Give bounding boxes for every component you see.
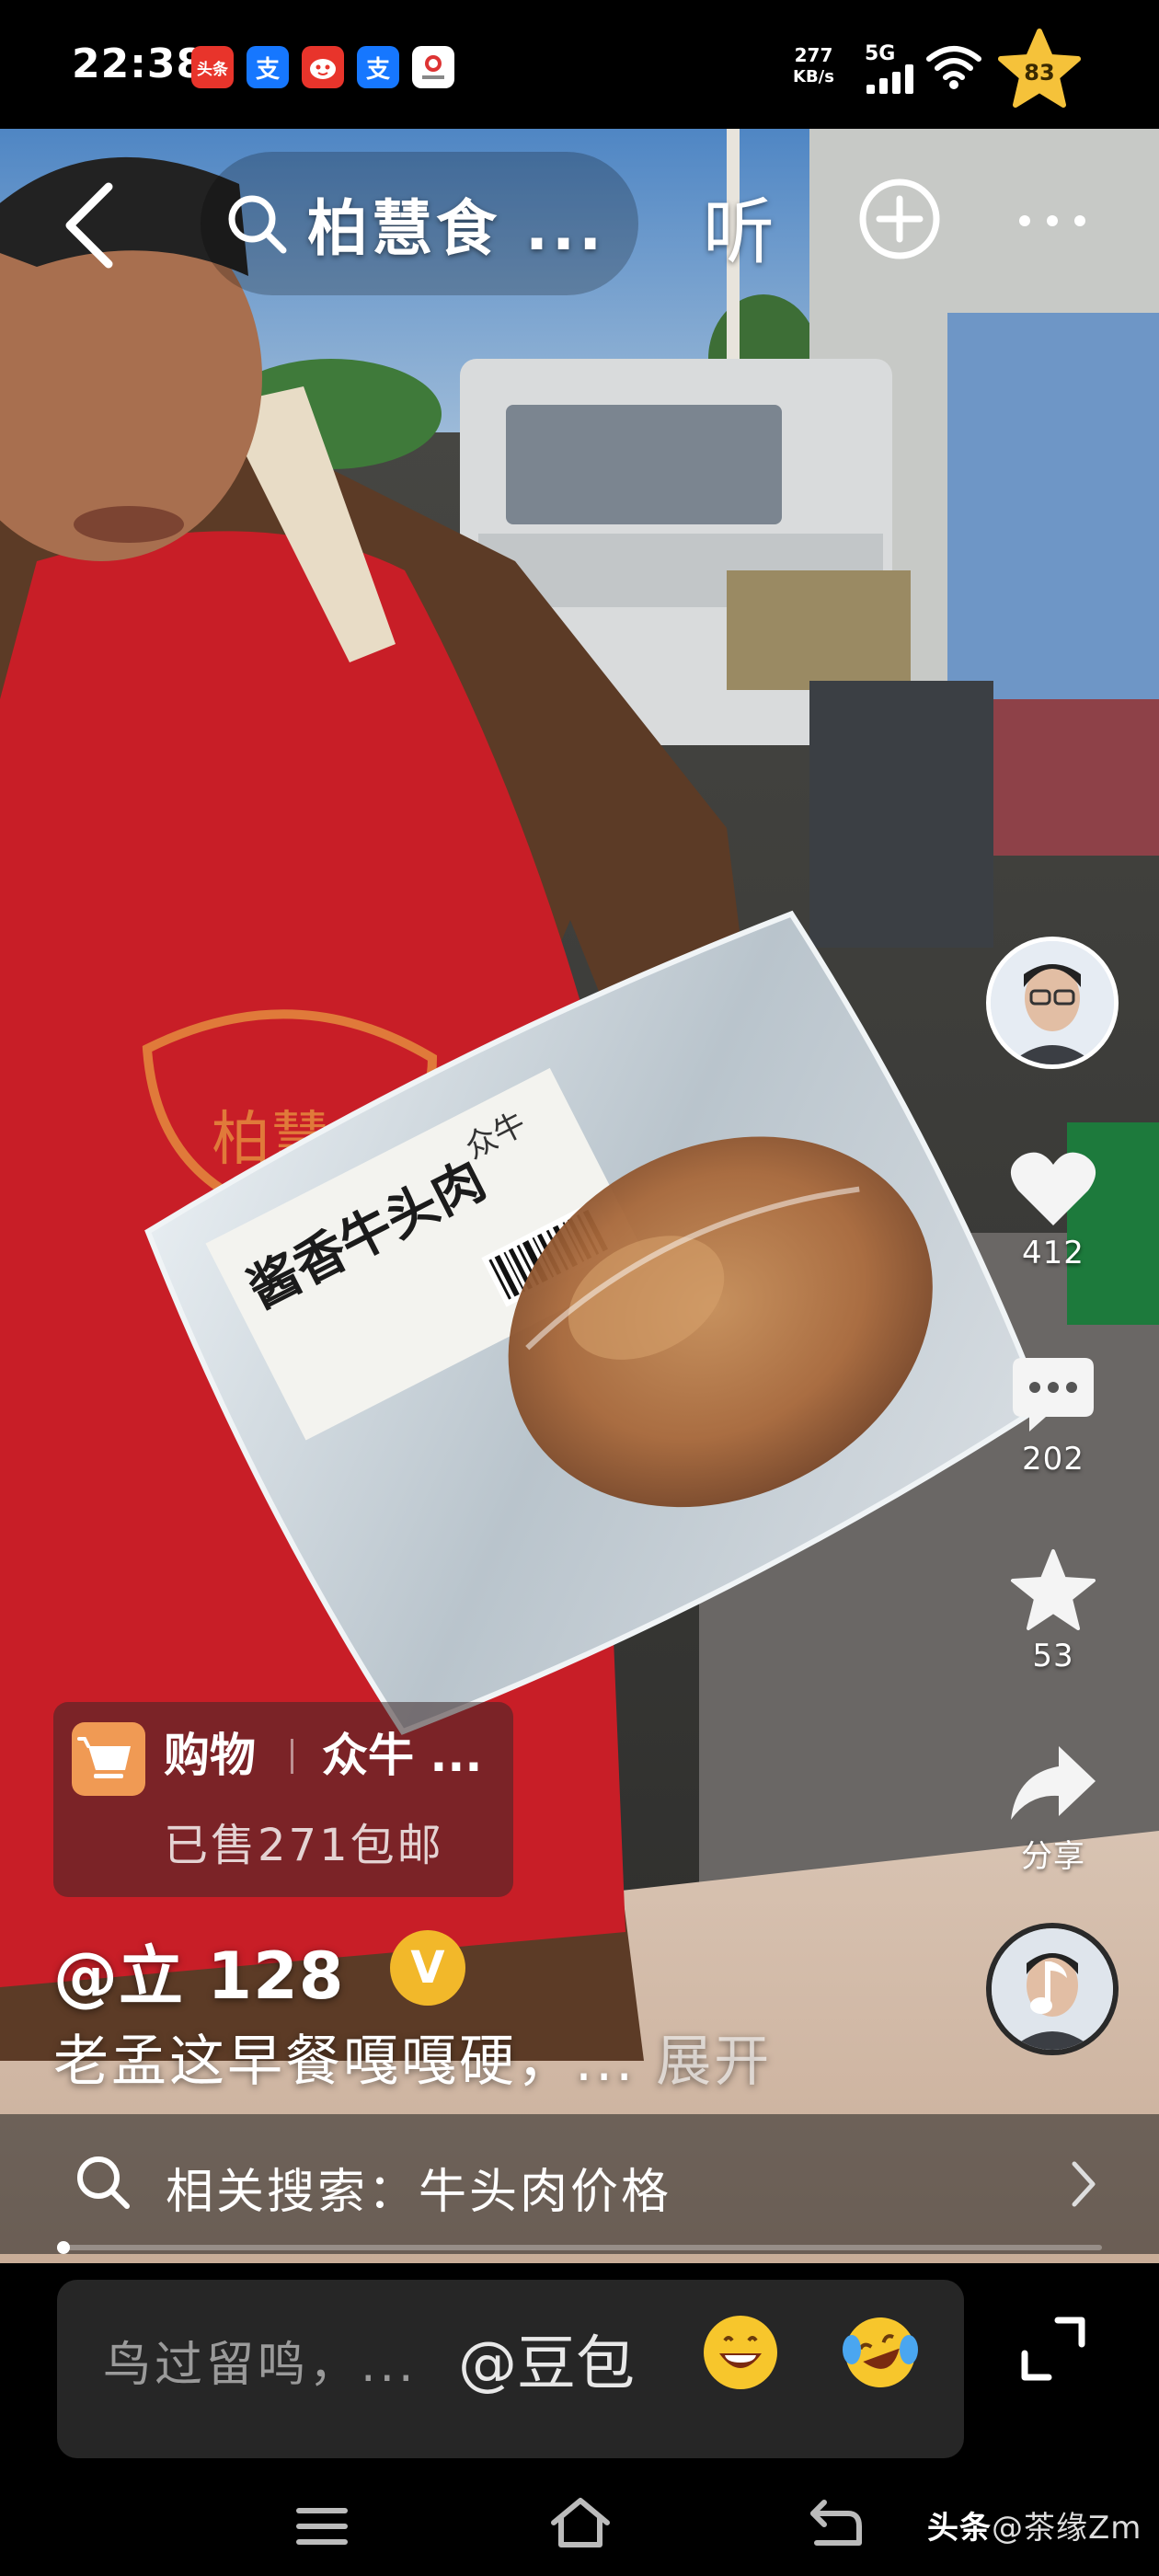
add-icon[interactable]	[857, 177, 942, 261]
alipay-app-icon: 支	[247, 46, 289, 88]
back-icon[interactable]	[57, 179, 121, 271]
listen-button[interactable]: 听	[703, 175, 775, 278]
fullscreen-icon[interactable]	[1019, 2315, 1087, 2383]
author-avatar[interactable]	[986, 937, 1119, 1069]
more-icon[interactable]	[1016, 207, 1089, 235]
music-disc-image	[992, 1928, 1113, 2050]
video-description[interactable]: 老孟这早餐嘎嘎硬，... 展开	[53, 2017, 772, 2097]
favorite-button[interactable]: 53	[993, 1547, 1113, 1674]
avatar-image	[991, 941, 1114, 1064]
alipay-app-icon-2: 支	[357, 46, 399, 88]
like-count: 412	[1022, 1235, 1084, 1271]
chevron-right-icon	[1072, 2161, 1096, 2207]
share-label: 分享	[1021, 1838, 1085, 1875]
watermark: 头条@茶缘Zm	[927, 2502, 1142, 2547]
expand-link[interactable]: 展开	[656, 2030, 772, 2094]
author-name[interactable]: @立 128	[53, 1925, 345, 2018]
favorite-count: 53	[1032, 1638, 1074, 1674]
laughing-tears-emoji-icon[interactable]	[841, 2313, 920, 2392]
verified-badge: V	[390, 1930, 465, 2006]
star-icon	[1011, 1549, 1096, 1630]
menu-icon[interactable]	[296, 2506, 348, 2547]
grinning-emoji-icon[interactable]	[701, 2313, 780, 2392]
status-time: 22:38	[72, 40, 206, 87]
search-icon	[228, 195, 287, 254]
share-button[interactable]: 分享	[993, 1741, 1113, 1876]
shopping-cart-icon	[72, 1722, 145, 1796]
search-bar[interactable]: 柏慧食 ...	[201, 152, 638, 295]
signal-icon	[866, 64, 913, 94]
comment-button[interactable]: 202	[993, 1354, 1113, 1478]
shop-separator	[291, 1739, 293, 1774]
shopping-card[interactable]: 购物 众牛 ... 已售271包邮	[53, 1702, 513, 1897]
comment-placeholder: 鸟过留鸣，...	[103, 2338, 418, 2393]
wifi-icon	[926, 46, 981, 89]
related-search-text: 相关搜索：牛头肉价格	[166, 2165, 672, 2220]
shop-label: 购物	[164, 1729, 256, 1782]
comment-input[interactable]: 鸟过留鸣，... @豆包	[57, 2280, 964, 2458]
pinduoduo-app-icon	[302, 46, 344, 88]
search-icon	[77, 2156, 130, 2209]
watermark-brand: 头条	[927, 2510, 992, 2547]
mention-doubao-button[interactable]: @豆包	[458, 2317, 635, 2401]
share-icon	[1011, 1746, 1096, 1820]
music-disc[interactable]	[986, 1923, 1119, 2055]
video-progress-bar[interactable]	[57, 2241, 1102, 2254]
status-bar: 22:38 头条 支 支 277 KB/s 5G 83	[0, 0, 1159, 129]
network-speed: 277 KB/s	[793, 44, 834, 86]
toutiao-app-icon: 头条	[191, 46, 234, 88]
home-icon[interactable]	[548, 2495, 613, 2550]
watermark-handle: @茶缘Zm	[992, 2510, 1142, 2547]
related-search-bar[interactable]: 相关搜索：牛头肉价格	[0, 2114, 1159, 2254]
like-button[interactable]: 412	[993, 1148, 1113, 1271]
battery-level: 83	[1024, 60, 1055, 86]
network-type: 5G	[865, 42, 896, 65]
search-query: 柏慧食 ...	[307, 193, 606, 264]
news-app-icon	[412, 46, 454, 88]
shop-sales-info: 已售271包邮	[164, 1820, 444, 1871]
progress-handle[interactable]	[57, 2241, 70, 2254]
back-nav-icon[interactable]	[809, 2497, 863, 2548]
comment-icon	[1013, 1358, 1094, 1432]
heart-icon	[1010, 1152, 1096, 1225]
description-text: 老孟这早餐嘎嘎硬，...	[53, 2030, 637, 2094]
comment-count: 202	[1022, 1441, 1084, 1478]
shop-product-title: 众牛 ...	[322, 1729, 483, 1782]
